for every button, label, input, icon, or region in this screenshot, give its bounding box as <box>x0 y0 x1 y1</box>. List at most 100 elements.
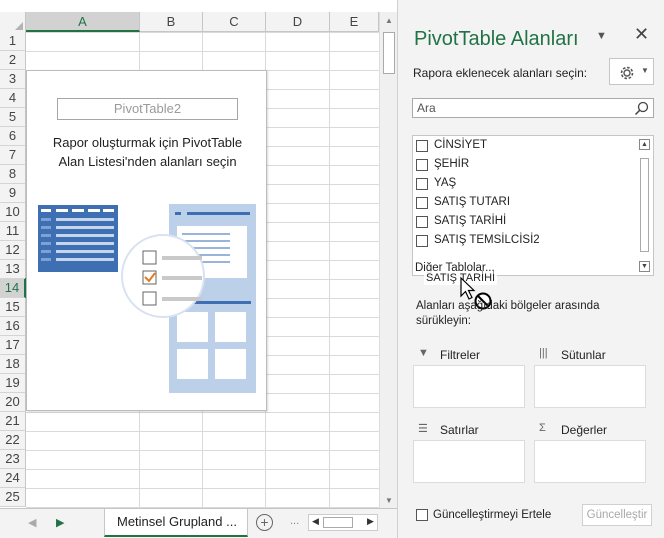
row-header[interactable]: 11 <box>0 222 26 241</box>
row-header[interactable]: 23 <box>0 450 26 469</box>
column-header-a[interactable]: A <box>26 12 140 32</box>
field-checkbox[interactable] <box>416 178 428 190</box>
pivot-illustration <box>38 204 256 393</box>
pivot-fields-pane: PivotTable Alanları ▼ ✕ Rapora eklenecek… <box>397 0 664 538</box>
row-header[interactable]: 6 <box>0 127 26 146</box>
column-header-b[interactable]: B <box>140 12 203 32</box>
horizontal-scrollbar[interactable]: ◀ ▶ <box>308 514 378 531</box>
scroll-up-icon[interactable]: ▲ <box>382 14 396 28</box>
sigma-icon: Σ <box>539 422 546 434</box>
scroll-left-icon[interactable]: ◀ <box>312 516 319 527</box>
field-list: CİNSİYET ŞEHİR YAŞ SATIŞ TUTARI SATIŞ TA… <box>412 135 654 276</box>
row-header[interactable]: 2 <box>0 51 26 70</box>
pivot-placeholder[interactable]: PivotTable2 Rapor oluşturmak için PivotT… <box>26 70 267 411</box>
pivot-instructions-line1: Rapor oluşturmak için PivotTable <box>52 135 243 150</box>
filters-drop-zone[interactable] <box>413 365 525 408</box>
row-header[interactable]: 25 <box>0 488 26 507</box>
scroll-down-icon[interactable]: ▼ <box>639 261 650 272</box>
prev-sheet-icon[interactable]: ◀ <box>28 516 36 529</box>
rows-icon: ☰ <box>418 423 428 435</box>
scroll-right-icon[interactable]: ▶ <box>367 516 374 527</box>
row-header[interactable]: 9 <box>0 184 26 203</box>
field-label: SATIŞ TEMSİLCİSİ2 <box>434 234 540 246</box>
row-header[interactable]: 19 <box>0 374 26 393</box>
ribbon-edge <box>0 0 397 12</box>
sheet-tab-active[interactable]: Metinsel Grupland ... <box>104 509 248 537</box>
worksheet: A B C D E 1 2 3 4 5 6 7 8 9 10 11 12 13 … <box>0 0 397 508</box>
gear-icon <box>620 66 634 80</box>
next-sheet-icon[interactable]: ▶ <box>56 516 64 529</box>
select-all-corner[interactable] <box>0 12 26 32</box>
field-label: SATIŞ TARİHİ <box>434 215 507 227</box>
pivot-instructions-line2: Alan Listesi'nden alanları seçin <box>58 154 237 169</box>
hscroll-thumb[interactable] <box>323 517 353 528</box>
search-icon <box>634 101 649 116</box>
row-header[interactable]: 13 <box>0 260 26 279</box>
field-list-scroll-thumb[interactable] <box>640 158 649 252</box>
row-header[interactable]: 16 <box>0 317 26 336</box>
row-header[interactable]: 20 <box>0 393 26 412</box>
field-checkbox[interactable] <box>416 235 428 247</box>
row-header[interactable]: 3 <box>0 70 26 89</box>
columns-area-label: Sütunlar <box>561 348 606 362</box>
row-header[interactable]: 10 <box>0 203 26 222</box>
pane-title: PivotTable Alanları <box>414 28 579 50</box>
field-list-scrollbar[interactable]: ▲ ▼ <box>636 136 653 275</box>
grid-line <box>329 32 330 508</box>
pane-options-dropdown-icon[interactable]: ▼ <box>596 30 607 42</box>
row-header[interactable]: 24 <box>0 469 26 488</box>
row-header[interactable]: 5 <box>0 108 26 127</box>
row-header[interactable]: 4 <box>0 89 26 108</box>
values-drop-zone[interactable] <box>534 440 646 483</box>
vertical-scrollbar[interactable]: ▲ ▼ <box>379 12 397 508</box>
update-button[interactable]: Güncelleştir <box>582 504 652 526</box>
field-checkbox[interactable] <box>416 140 428 152</box>
columns-icon: ||| <box>539 347 548 359</box>
row-header[interactable]: 7 <box>0 146 26 165</box>
field-label: ŞEHİR <box>434 158 470 170</box>
pivot-instructions: Rapor oluşturmak için PivotTable Alan Li… <box>37 133 258 171</box>
row-header[interactable]: 22 <box>0 431 26 450</box>
field-checkbox[interactable] <box>416 216 428 228</box>
row-header[interactable]: 21 <box>0 412 26 431</box>
column-headers: A B C D E <box>0 12 379 32</box>
chevron-down-icon: ▼ <box>641 66 649 75</box>
column-header-d[interactable]: D <box>266 12 330 32</box>
column-header-c[interactable]: C <box>203 12 266 32</box>
rows-drop-zone[interactable] <box>413 440 525 483</box>
row-header[interactable]: 12 <box>0 241 26 260</box>
filter-icon: ▼ <box>418 347 429 359</box>
field-label: CİNSİYET <box>434 139 488 151</box>
choose-fields-label: Rapora eklenecek alanları seçin: <box>413 66 588 80</box>
columns-drop-zone[interactable] <box>534 365 646 408</box>
row-header[interactable]: 1 <box>0 32 26 51</box>
defer-update-label: Güncelleştirmeyi Ertele <box>433 509 552 521</box>
tools-button[interactable]: ▼ <box>609 58 654 85</box>
scroll-down-icon[interactable]: ▼ <box>382 494 396 508</box>
more-sheets-icon[interactable]: ... <box>290 515 299 527</box>
field-label: SATIŞ TUTARI <box>434 196 511 208</box>
row-headers: 1 2 3 4 5 6 7 8 9 10 11 12 13 14 15 16 1… <box>0 32 26 507</box>
row-header[interactable]: 8 <box>0 165 26 184</box>
row-header[interactable]: 15 <box>0 298 26 317</box>
field-label: YAŞ <box>434 177 457 189</box>
row-header[interactable]: 17 <box>0 336 26 355</box>
field-search-input[interactable]: Ara <box>412 98 654 118</box>
column-header-e[interactable]: E <box>330 12 379 32</box>
close-icon[interactable]: ✕ <box>634 24 649 45</box>
drag-hint: Alanları aşağıdaki bölgeler arasında sür… <box>416 300 600 327</box>
rows-area-label: Satırlar <box>440 423 479 437</box>
defer-update-checkbox[interactable] <box>416 509 428 521</box>
row-header[interactable]: 18 <box>0 355 26 374</box>
sheet-tab-bar: ◀ ▶ Metinsel Grupland ... + ... ◀ ▶ <box>0 508 397 538</box>
pivot-table-name: PivotTable2 <box>57 98 238 120</box>
row-header-selected[interactable]: 14 <box>0 279 26 298</box>
scroll-up-icon[interactable]: ▲ <box>639 139 650 150</box>
add-sheet-button[interactable]: + <box>256 514 273 531</box>
sheet-tab-label: Metinsel Grupland ... <box>117 514 237 529</box>
values-area-label: Değerler <box>561 423 608 437</box>
field-checkbox[interactable] <box>416 197 428 209</box>
scroll-thumb[interactable] <box>383 32 395 74</box>
field-checkbox[interactable] <box>416 159 428 171</box>
search-placeholder: Ara <box>417 101 436 115</box>
